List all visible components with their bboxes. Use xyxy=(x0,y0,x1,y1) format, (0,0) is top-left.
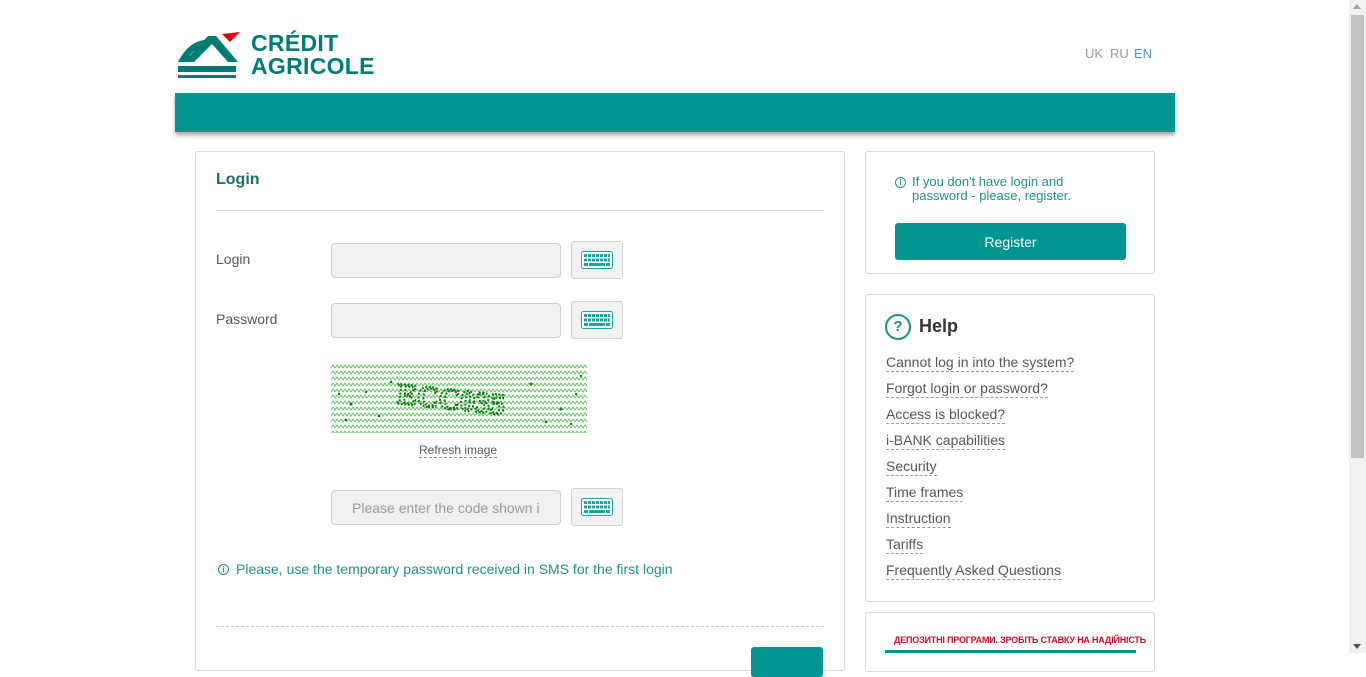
dashed-divider xyxy=(216,626,824,627)
password-label: Password xyxy=(216,311,278,327)
register-note-text: If you don't have login and password - p… xyxy=(912,174,1071,203)
help-link-instruction[interactable]: Instruction xyxy=(886,510,951,528)
captcha-code-input[interactable] xyxy=(331,490,561,525)
lang-uk[interactable]: UK xyxy=(1085,46,1103,61)
keyboard-icon xyxy=(581,311,613,329)
login-panel: Login Login Password ECC035 Refresh imag… xyxy=(195,151,845,677)
question-icon: ? xyxy=(885,314,911,340)
deposit-banner[interactable]: ДЕПОЗИТНІ ПРОГРАМИ. ЗРОБІТЬ СТАВКУ НА НА… xyxy=(865,612,1155,672)
captcha-image: ECC035 xyxy=(331,364,587,433)
lang-ru[interactable]: RU xyxy=(1110,46,1129,61)
banner-text: ДЕПОЗИТНІ ПРОГРАМИ. ЗРОБІТЬ СТАВКУ НА НА… xyxy=(894,635,1146,645)
sms-password-note: i Please, use the temporary password rec… xyxy=(218,561,673,577)
help-link-time-frames[interactable]: Time frames xyxy=(886,484,964,502)
divider xyxy=(216,210,824,211)
help-title: Help xyxy=(919,316,959,336)
credit-agricole-logo[interactable]: CRÉDIT AGRICOLE xyxy=(178,32,408,80)
login-label: Login xyxy=(216,251,251,267)
nav-bar xyxy=(175,93,1175,132)
help-link-ibank-capabilities[interactable]: i-BANK capabilities xyxy=(886,432,1006,450)
scroll-down-arrow-icon[interactable] xyxy=(1353,644,1361,649)
vertical-scrollbar[interactable] xyxy=(1349,0,1366,653)
help-panel: ? Help Cannot log in into the system? Fo… xyxy=(865,294,1155,602)
help-link-access-blocked[interactable]: Access is blocked? xyxy=(886,406,1006,424)
login-submit-button[interactable] xyxy=(751,647,823,677)
login-keyboard-button[interactable] xyxy=(571,241,623,279)
scroll-up-arrow-icon[interactable] xyxy=(1353,4,1361,9)
login-title: Login xyxy=(216,171,260,188)
keyboard-icon xyxy=(581,251,613,269)
help-link-faq[interactable]: Frequently Asked Questions xyxy=(886,562,1062,580)
refresh-image-link[interactable]: Refresh image xyxy=(419,443,498,458)
sms-note-text: Please, use the temporary password recei… xyxy=(236,561,673,577)
brand-line-1: CRÉDIT xyxy=(251,30,339,56)
help-link-tariffs[interactable]: Tariffs xyxy=(886,536,924,554)
register-note: i If you don't have login and password -… xyxy=(895,175,1115,203)
brand-name: CRÉDIT AGRICOLE xyxy=(251,32,375,78)
lang-en[interactable]: EN xyxy=(1134,46,1152,61)
info-icon: i xyxy=(218,563,229,575)
scrollbar-thumb[interactable] xyxy=(1351,15,1364,458)
captcha-keyboard-button[interactable] xyxy=(571,488,623,526)
brand-line-2: AGRICOLE xyxy=(251,53,375,79)
help-link-security[interactable]: Security xyxy=(886,458,937,476)
help-link-cannot-login[interactable]: Cannot log in into the system? xyxy=(886,354,1075,372)
register-panel: i If you don't have login and password -… xyxy=(865,151,1155,274)
login-input[interactable] xyxy=(331,243,561,278)
info-icon: i xyxy=(895,177,906,188)
password-input[interactable] xyxy=(331,303,561,338)
password-keyboard-button[interactable] xyxy=(571,301,623,339)
register-button[interactable]: Register xyxy=(895,223,1126,260)
help-link-forgot-login[interactable]: Forgot login or password? xyxy=(886,380,1048,398)
keyboard-icon xyxy=(581,498,613,516)
logo-mark-icon xyxy=(178,32,240,78)
